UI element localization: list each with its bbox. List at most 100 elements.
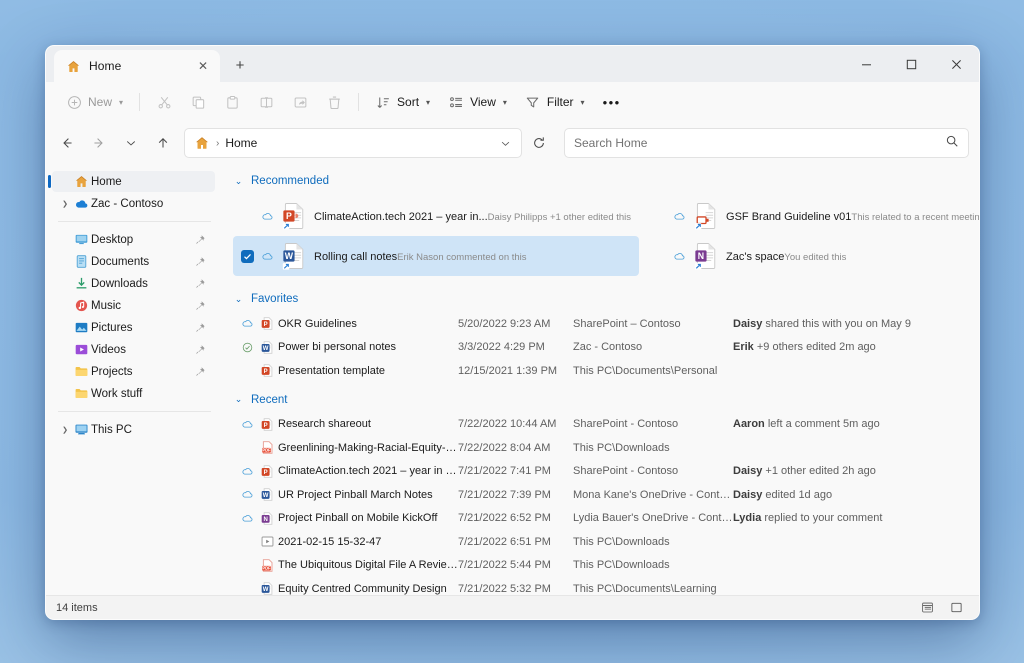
- downloads-icon: [76, 277, 87, 289]
- chevron-right-icon[interactable]: ❯: [58, 200, 72, 208]
- sidebar-item-downloads[interactable]: Downloads: [52, 273, 215, 294]
- search-box[interactable]: [564, 128, 969, 158]
- sync-status-icon: [239, 418, 256, 431]
- pin-icon: [193, 300, 207, 311]
- details-view-button[interactable]: [914, 598, 940, 617]
- cloud-status-icon: [674, 252, 685, 260]
- tab-home[interactable]: Home ✕: [54, 50, 220, 82]
- sidebar-item-documents[interactable]: Documents: [52, 251, 215, 272]
- maximize-button[interactable]: [889, 46, 934, 82]
- close-window-button[interactable]: [934, 46, 979, 82]
- sidebar-item-label: Home: [91, 175, 122, 188]
- sidebar-item-work-stuff[interactable]: Work stuff: [52, 383, 215, 404]
- cut-button[interactable]: [148, 87, 180, 117]
- forward-button[interactable]: [84, 128, 114, 158]
- table-row[interactable]: W UR Project Pinball March Notes 7/21/202…: [233, 483, 965, 507]
- sidebar-item-desktop[interactable]: Desktop: [52, 229, 215, 250]
- table-row[interactable]: P Presentation template 12/15/2021 1:39 P…: [233, 359, 965, 383]
- sidebar-item-projects[interactable]: Projects: [52, 361, 215, 382]
- file-location: Mona Kane's OneDrive - Contoso: [573, 488, 733, 501]
- table-row[interactable]: W Power bi personal notes 3/3/2022 4:29 P…: [233, 336, 965, 360]
- tab-strip: Home ✕ +: [46, 46, 255, 82]
- recommended-card[interactable]: GSF Brand Guideline v01This related to a…: [645, 196, 979, 236]
- file-location: This PC\Downloads: [573, 559, 670, 572]
- recent-group-header[interactable]: ⌄ Recent: [233, 389, 979, 411]
- table-row[interactable]: P Research shareout 7/22/2022 10:44 AM Sha…: [233, 413, 965, 437]
- chevron-right-icon[interactable]: ❯: [58, 426, 72, 434]
- sidebar-item-music[interactable]: Music: [52, 295, 215, 316]
- sync-status-icon: [239, 512, 256, 525]
- recommended-card[interactable]: P ClimateAction.tech 2021 – year in...Da…: [233, 196, 639, 236]
- tiles-view-icon: [950, 602, 962, 613]
- pin-icon: [195, 323, 205, 332]
- recent-label: Recent: [251, 393, 288, 406]
- minimize-button[interactable]: [844, 46, 889, 82]
- refresh-button[interactable]: [524, 128, 554, 158]
- breadcrumb-dropdown-button[interactable]: [493, 130, 517, 156]
- powerpoint-small-icon: P: [261, 364, 272, 377]
- new-tab-button[interactable]: +: [225, 50, 255, 80]
- file-date: 7/21/2022 5:44 PM: [458, 559, 551, 572]
- table-row[interactable]: P OKR Guidelines 5/20/2022 9:23 AM SharePo…: [233, 312, 965, 336]
- svg-text:W: W: [285, 251, 294, 261]
- chevron-down-icon: ▾: [426, 97, 431, 107]
- recommended-group-header[interactable]: ⌄ Recommended: [233, 170, 979, 192]
- recent-locations-button[interactable]: [116, 128, 146, 158]
- sidebar-item-this-pc[interactable]: ❯ This PC: [52, 419, 215, 440]
- onenote-small-icon: N: [256, 511, 278, 526]
- table-row[interactable]: PDF The Ubiquitous Digital File A Review …: [233, 554, 965, 578]
- up-button[interactable]: [148, 128, 178, 158]
- delete-button[interactable]: [318, 87, 350, 117]
- table-row[interactable]: P ClimateAction.tech 2021 – year in revi…: [233, 460, 965, 484]
- cloud-status-icon: [242, 514, 253, 522]
- search-input[interactable]: [574, 136, 945, 150]
- window-body: Home ❯ Zac - Contoso Desktop Documents Downl…: [46, 164, 979, 595]
- powerpoint-small-icon: P: [256, 464, 278, 479]
- sort-button[interactable]: Sort ▾: [367, 87, 438, 117]
- chevron-down-icon: ⌄: [234, 394, 243, 404]
- sidebar-item-home[interactable]: Home: [48, 171, 215, 192]
- recommended-card[interactable]: W Rolling call notesErik Nason commented…: [233, 236, 640, 276]
- filter-button[interactable]: Filter ▾: [517, 87, 593, 117]
- view-button[interactable]: View ▾: [440, 87, 515, 117]
- tiles-view-button[interactable]: [943, 598, 969, 617]
- sidebar-item-videos[interactable]: Videos: [52, 339, 215, 360]
- window-titlebar[interactable]: Home ✕ +: [46, 46, 979, 82]
- view-toggle-group: [914, 598, 969, 617]
- recommended-card[interactable]: N Zac's spaceYou edited this: [645, 236, 979, 276]
- paste-button[interactable]: [216, 87, 248, 117]
- table-row[interactable]: N Project Pinball on Mobile KickOff 7/21/…: [233, 507, 965, 531]
- table-row[interactable]: W Equity Centred Community Design 7/21/20…: [233, 577, 965, 595]
- table-row[interactable]: 2021-02-15 15-32-47 7/21/2022 6:51 PM This…: [233, 530, 965, 554]
- file-name: ClimateAction.tech 2021 – year in review: [278, 465, 458, 478]
- sidebar-item-zac-contoso[interactable]: ❯ Zac - Contoso: [52, 193, 215, 214]
- file-date: 7/21/2022 6:52 PM: [458, 512, 551, 525]
- powerpoint-small-icon: P: [261, 465, 272, 478]
- recommended-card-title: GSF Brand Guideline v01: [726, 211, 852, 223]
- back-button[interactable]: [52, 128, 82, 158]
- cloud-status-icon: [261, 210, 274, 223]
- recommended-card-subtitle: This related to a recent meeting: [851, 212, 979, 223]
- more-options-button[interactable]: •••: [595, 87, 629, 117]
- selection-checkbox[interactable]: [241, 249, 254, 263]
- sidebar-item-pictures[interactable]: Pictures: [52, 317, 215, 338]
- share-button[interactable]: [284, 87, 316, 117]
- rename-button[interactable]: [250, 87, 282, 117]
- new-button-label: New: [88, 95, 113, 109]
- this-pc-icon: [72, 422, 91, 437]
- chevron-down-icon: ⌄: [234, 175, 243, 186]
- close-tab-icon[interactable]: ✕: [194, 57, 212, 75]
- search-icon[interactable]: [945, 134, 959, 153]
- breadcrumb[interactable]: › Home: [184, 128, 522, 158]
- file-date: 5/20/2022 9:23 AM: [458, 317, 551, 330]
- sidebar-item-label: Projects: [91, 365, 133, 378]
- breadcrumb-separator: ›: [216, 137, 220, 149]
- table-row[interactable]: PDF Greenlining-Making-Racial-Equity-Rea.…: [233, 436, 965, 460]
- file-date: 7/21/2022 5:32 PM: [458, 582, 551, 595]
- onedrive-icon: [72, 196, 91, 211]
- plus-circle-icon: [66, 94, 82, 110]
- onedrive-icon: [76, 200, 88, 208]
- new-button[interactable]: New ▾: [58, 87, 131, 117]
- favorites-group-header[interactable]: ⌄ Favorites: [233, 288, 979, 310]
- copy-button[interactable]: [182, 87, 214, 117]
